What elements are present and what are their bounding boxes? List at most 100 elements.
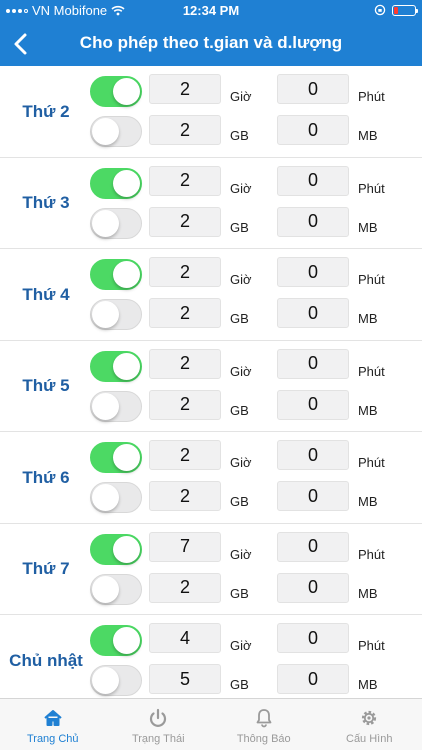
hours-input[interactable]: 2 bbox=[149, 348, 221, 379]
toggle-knob bbox=[92, 209, 119, 237]
tab-power[interactable]: Trạng Thái bbox=[106, 699, 212, 750]
hours-input[interactable]: 2 bbox=[149, 165, 221, 196]
time-limit-toggle[interactable] bbox=[90, 76, 142, 107]
time-limit-toggle[interactable] bbox=[90, 533, 142, 565]
day-row: Thứ 6 2 Giờ 0 Phút 2 GB 0 MB bbox=[0, 432, 422, 524]
hours-input[interactable]: 2 bbox=[149, 440, 221, 470]
hour-unit-label: Giờ bbox=[230, 272, 252, 287]
toggle-knob bbox=[92, 118, 119, 145]
toggle-knob bbox=[113, 169, 140, 197]
day-row: Thứ 7 7 Giờ 0 Phút 2 GB 0 MB bbox=[0, 524, 422, 615]
gb-unit-label: GB bbox=[230, 311, 249, 326]
tab-home[interactable]: Trang Chủ bbox=[0, 699, 106, 750]
day-row: Thứ 5 2 Giờ 0 Phút 2 GB 0 MB bbox=[0, 341, 422, 432]
minute-unit-label: Phút bbox=[358, 89, 385, 104]
minute-unit-label: Phút bbox=[358, 272, 385, 287]
toggle-knob bbox=[92, 575, 119, 603]
status-time: 12:34 PM bbox=[182, 3, 240, 18]
gb-input[interactable]: 2 bbox=[149, 298, 221, 328]
gb-unit-label: GB bbox=[230, 402, 249, 418]
time-limit-toggle[interactable] bbox=[90, 442, 142, 473]
hour-unit-label: Giờ bbox=[230, 546, 252, 562]
hours-input[interactable]: 2 bbox=[149, 74, 221, 104]
hours-input[interactable]: 7 bbox=[149, 531, 221, 562]
hour-unit-label: Giờ bbox=[230, 638, 252, 653]
tab-gear[interactable]: Cấu Hình bbox=[317, 699, 422, 750]
day-label: Chủ nhật bbox=[9, 650, 83, 670]
data-limit-toggle[interactable] bbox=[90, 207, 142, 239]
toggle-knob bbox=[92, 484, 119, 511]
status-bar: VN Mobifone 12:34 PM bbox=[0, 0, 422, 22]
page-title: Cho phép theo t.gian và d.lượng bbox=[79, 33, 343, 52]
data-limit-toggle[interactable] bbox=[90, 390, 142, 422]
mb-input[interactable]: 0 bbox=[277, 298, 349, 328]
time-limit-toggle[interactable] bbox=[90, 350, 142, 382]
time-limit-toggle[interactable] bbox=[90, 259, 142, 290]
minutes-input[interactable]: 0 bbox=[277, 623, 349, 653]
data-limit-toggle[interactable] bbox=[90, 665, 142, 696]
gb-input[interactable]: 2 bbox=[149, 481, 221, 511]
day-label: Thứ 5 bbox=[22, 376, 70, 395]
minutes-input[interactable]: 0 bbox=[277, 165, 349, 196]
mb-unit-label: MB bbox=[358, 585, 378, 601]
minute-unit-label: Phút bbox=[358, 363, 385, 379]
hour-unit-label: Giờ bbox=[230, 455, 252, 470]
day-label: Thứ 3 bbox=[22, 193, 70, 212]
toggle-knob bbox=[113, 627, 140, 654]
mb-input[interactable]: 0 bbox=[277, 664, 349, 694]
gb-unit-label: GB bbox=[230, 494, 249, 509]
day-row: Chủ nhật 4 Giờ 0 Phút 5 GB 0 MB bbox=[0, 615, 422, 698]
gb-unit-label: GB bbox=[230, 128, 249, 143]
minutes-input[interactable]: 0 bbox=[277, 440, 349, 470]
mb-unit-label: MB bbox=[358, 677, 378, 692]
bottom-tab-bar: Trang Chủ Trạng Thái Thông Báo Cấu Hình bbox=[0, 698, 422, 750]
gb-input[interactable]: 2 bbox=[149, 206, 221, 237]
navigation-bar: Cho phép theo t.gian và d.lượng bbox=[0, 22, 422, 66]
gb-unit-label: GB bbox=[230, 677, 249, 692]
toggle-knob bbox=[113, 261, 140, 288]
tab-label: Trạng Thái bbox=[131, 733, 185, 745]
tab-label: Trang Chủ bbox=[26, 733, 79, 745]
minutes-input[interactable]: 0 bbox=[277, 531, 349, 562]
day-row: Thứ 3 2 Giờ 0 Phút 2 GB 0 MB bbox=[0, 158, 422, 249]
gb-input[interactable]: 5 bbox=[149, 664, 221, 694]
gb-input[interactable]: 2 bbox=[149, 389, 221, 420]
gb-input[interactable]: 2 bbox=[149, 115, 221, 145]
home-icon bbox=[44, 710, 62, 726]
minutes-input[interactable]: 0 bbox=[277, 74, 349, 104]
minute-unit-label: Phút bbox=[358, 546, 385, 562]
minute-unit-label: Phút bbox=[358, 180, 385, 196]
day-label: Thứ 2 bbox=[22, 101, 70, 121]
minutes-input[interactable]: 0 bbox=[277, 257, 349, 287]
tab-bell[interactable]: Thông Báo bbox=[211, 699, 317, 750]
mb-input[interactable]: 0 bbox=[277, 206, 349, 237]
day-row: Thứ 2 2 Giờ 0 Phút 2 GB 0 MB bbox=[0, 66, 422, 158]
mb-unit-label: MB bbox=[358, 311, 378, 326]
mb-input[interactable]: 0 bbox=[277, 389, 349, 420]
hours-input[interactable]: 2 bbox=[149, 257, 221, 287]
mb-input[interactable]: 0 bbox=[277, 572, 349, 603]
toggle-knob bbox=[113, 78, 140, 105]
toggle-knob bbox=[92, 667, 119, 694]
hours-input[interactable]: 4 bbox=[149, 623, 221, 653]
minutes-input[interactable]: 0 bbox=[277, 348, 349, 379]
hour-unit-label: Giờ bbox=[230, 363, 252, 379]
status-right bbox=[374, 4, 418, 16]
mb-input[interactable]: 0 bbox=[277, 481, 349, 511]
minute-unit-label: Phút bbox=[358, 455, 385, 470]
mb-input[interactable]: 0 bbox=[277, 115, 349, 145]
time-limit-toggle[interactable] bbox=[90, 625, 142, 656]
gear-icon bbox=[362, 710, 377, 726]
toggle-knob bbox=[92, 301, 119, 328]
hour-unit-label: Giờ bbox=[230, 180, 252, 196]
tab-label: Cấu Hình bbox=[346, 733, 393, 745]
data-limit-toggle[interactable] bbox=[90, 116, 142, 147]
time-limit-toggle[interactable] bbox=[90, 167, 142, 199]
bell-icon bbox=[256, 709, 272, 728]
data-limit-toggle[interactable] bbox=[90, 482, 142, 513]
gb-input[interactable]: 2 bbox=[149, 572, 221, 603]
day-row: Thứ 4 2 Giờ 0 Phút 2 GB 0 MB bbox=[0, 249, 422, 341]
mb-unit-label: MB bbox=[358, 219, 378, 235]
data-limit-toggle[interactable] bbox=[90, 299, 142, 330]
data-limit-toggle[interactable] bbox=[90, 573, 142, 605]
